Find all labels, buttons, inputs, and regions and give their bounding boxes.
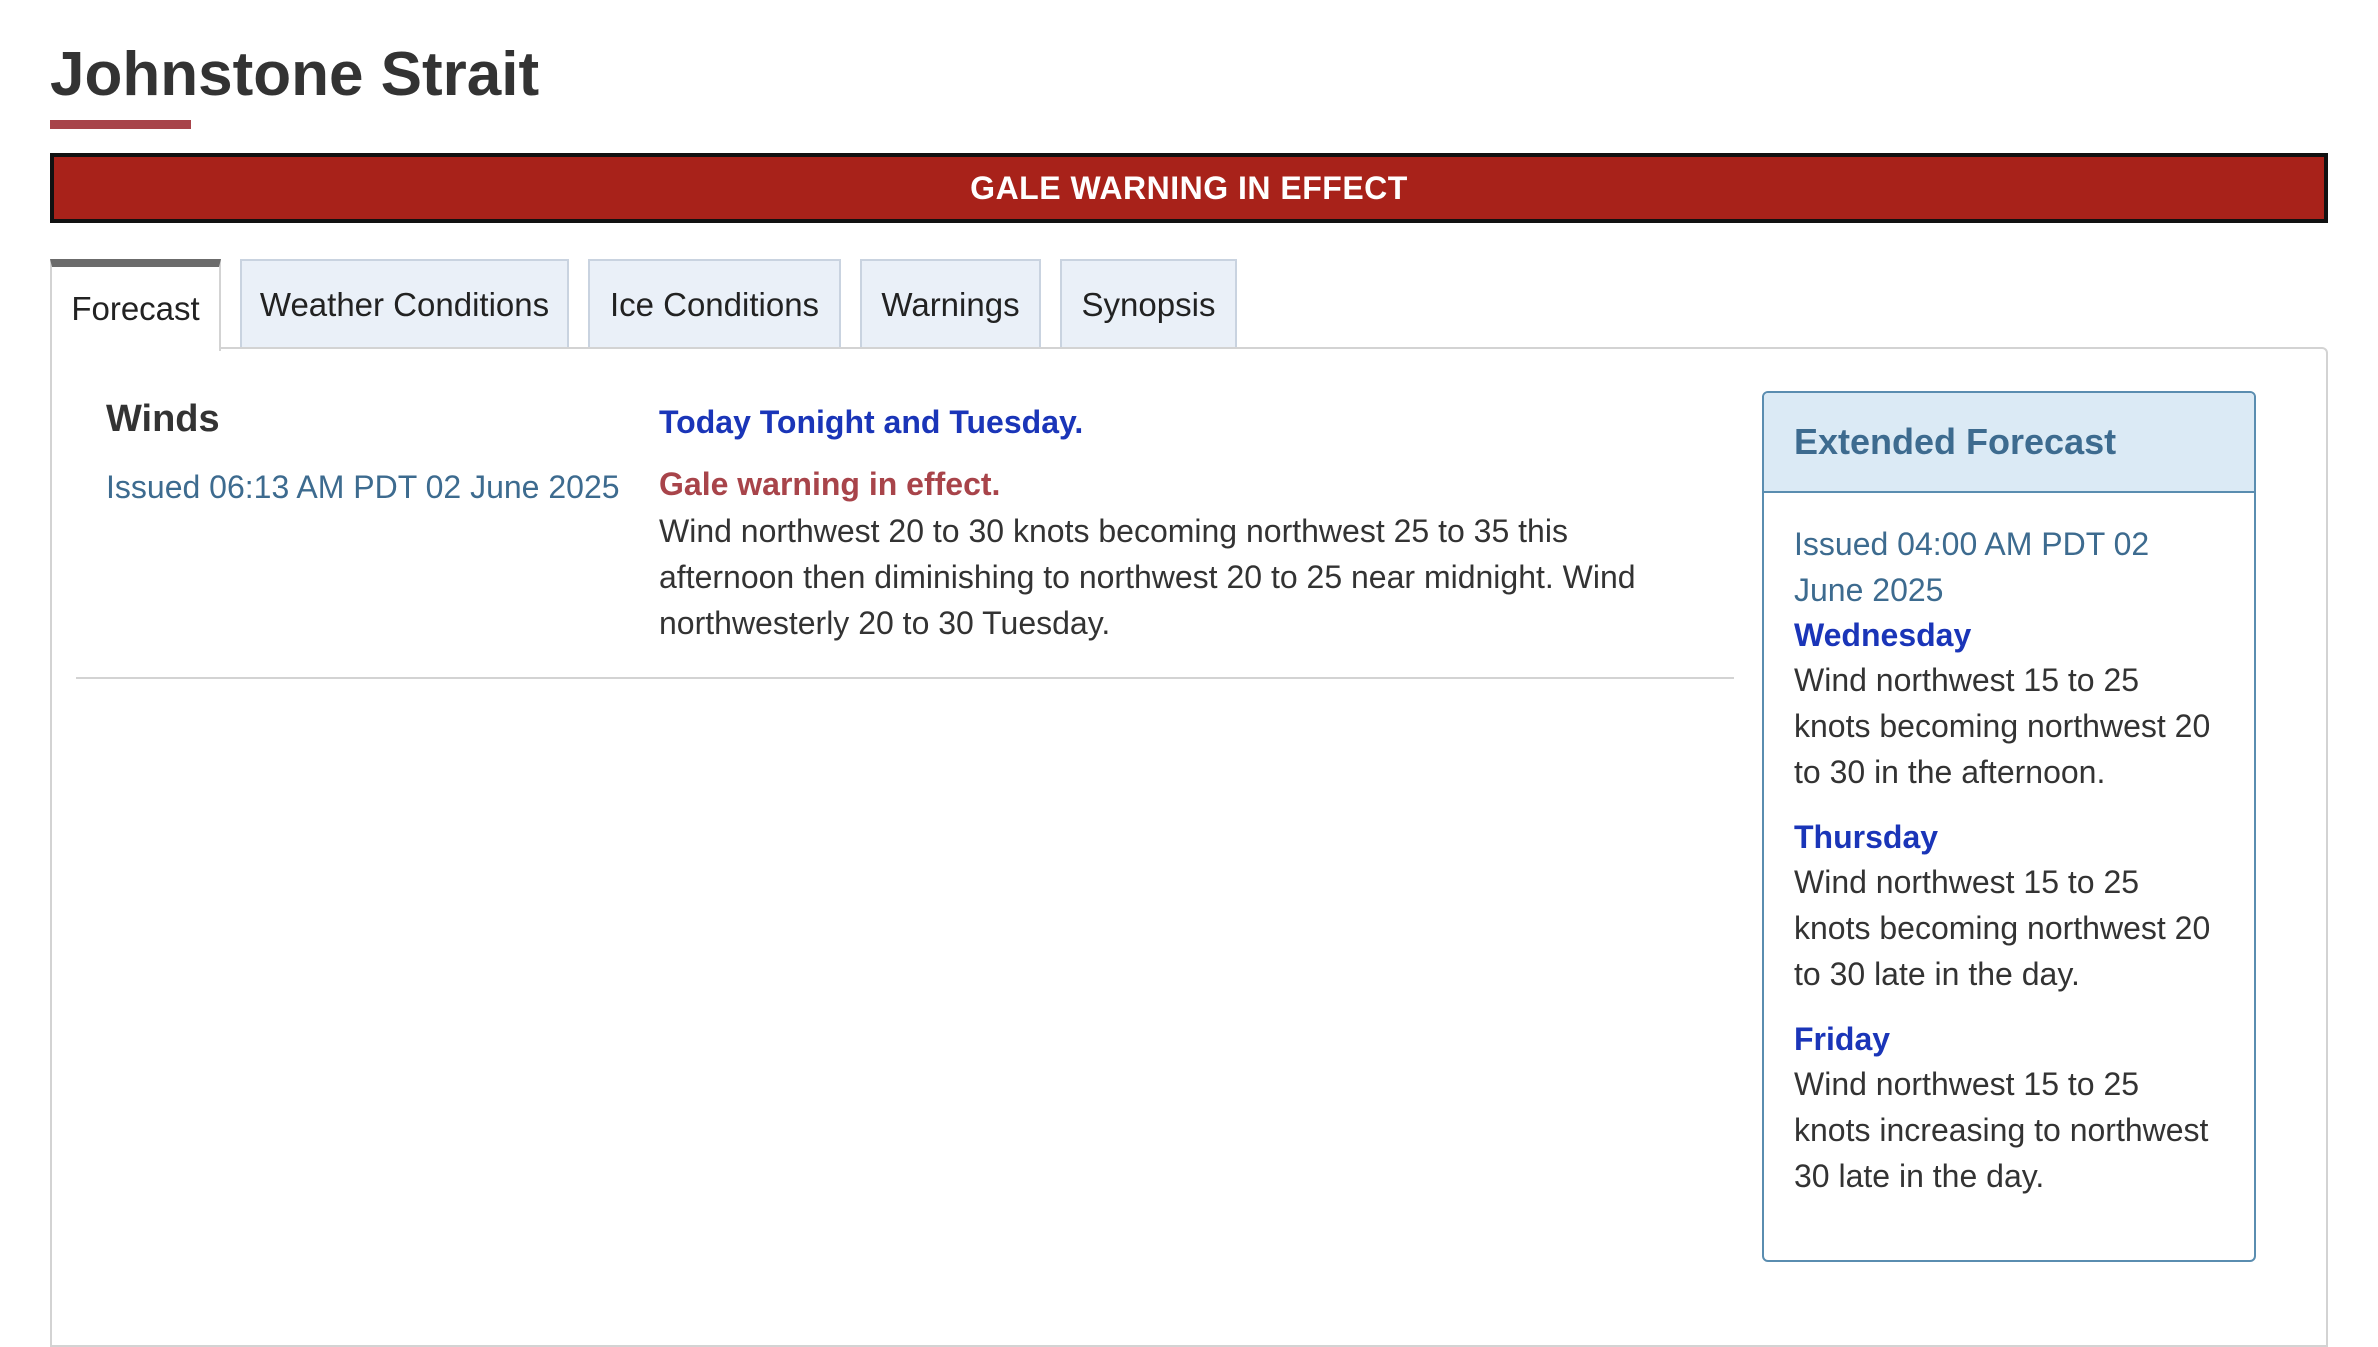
tab-label: Weather Conditions (259, 285, 550, 323)
extended-day-friday: Friday Wind northwest 15 to 25 knots inc… (1794, 1017, 2224, 1199)
day-name: Wednesday (1794, 617, 1972, 653)
tab-label: Warnings (881, 285, 1020, 323)
day-name: Thursday (1794, 819, 1939, 855)
extended-issued-time: Issued 04:00 AM PDT 02 June 2025 (1794, 526, 2150, 608)
extended-forecast-card: Extended Forecast Issued 04:00 AM PDT 02… (1762, 391, 2256, 1262)
gale-warning-banner: GALE WARNING IN EFFECT (50, 153, 2328, 223)
tab-label: Synopsis (1081, 285, 1216, 323)
extended-forecast-title: Extended Forecast (1794, 421, 2117, 462)
extended-day-wednesday: Wednesday Wind northwest 15 to 25 knots … (1794, 613, 2224, 795)
tab-label: Forecast (71, 290, 200, 327)
tab-label: Ice Conditions (609, 285, 820, 323)
tab-warnings[interactable]: Warnings (860, 259, 1041, 348)
day-forecast-text: Wind northwest 15 to 25 knots increasing… (1794, 1066, 2209, 1194)
gale-warning-notice: Gale warning in effect. (659, 466, 1001, 502)
tab-weather-conditions[interactable]: Weather Conditions (240, 259, 569, 348)
tab-forecast[interactable]: Forecast (50, 259, 221, 351)
tab-ice-conditions[interactable]: Ice Conditions (588, 259, 841, 348)
section-divider (76, 677, 1734, 679)
extended-forecast-header: Extended Forecast (1764, 393, 2254, 493)
day-name: Friday (1794, 1021, 1891, 1057)
title-underline (50, 120, 191, 129)
alert-text: GALE WARNING IN EFFECT (970, 169, 1408, 206)
wind-forecast-text: Wind northwest 20 to 30 knots becoming n… (659, 513, 1636, 641)
day-forecast-text: Wind northwest 15 to 25 knots becoming n… (1794, 864, 2211, 992)
page-title: Johnstone Strait (50, 40, 540, 109)
winds-issued-time: Issued 06:13 AM PDT 02 June 2025 (106, 469, 620, 505)
day-forecast-text: Wind northwest 15 to 25 knots becoming n… (1794, 662, 2211, 790)
forecast-period-title: Today Tonight and Tuesday. (659, 404, 1084, 440)
extended-day-thursday: Thursday Wind northwest 15 to 25 knots b… (1794, 815, 2224, 997)
winds-heading: Winds (106, 398, 220, 440)
tab-synopsis[interactable]: Synopsis (1060, 259, 1237, 348)
extended-forecast-body: Issued 04:00 AM PDT 02 June 2025 Wednesd… (1764, 493, 2254, 1199)
